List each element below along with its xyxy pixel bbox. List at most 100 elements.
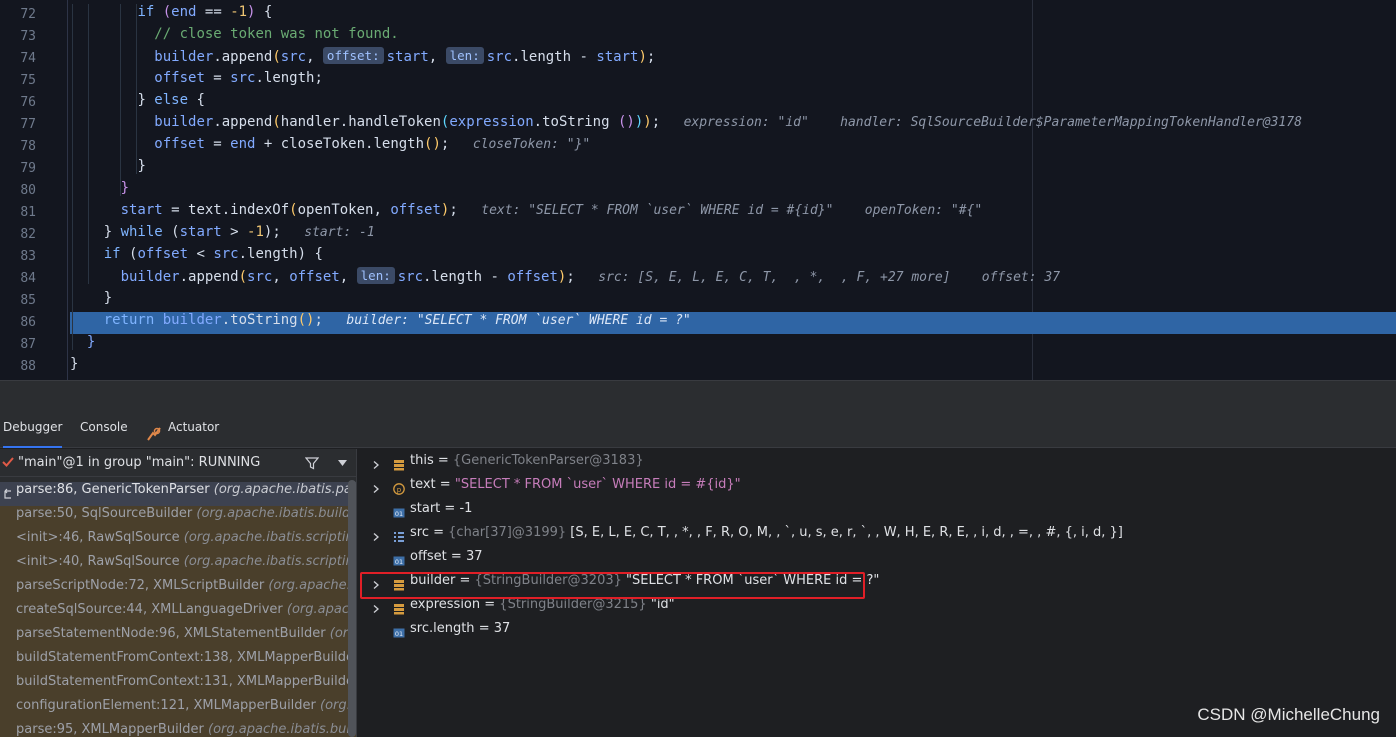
line-number[interactable]: 80 xyxy=(0,180,36,202)
tab-actuator[interactable]: Actuator xyxy=(168,420,219,448)
current-execution-line[interactable]: return builder.toString(); builder: "SEL… xyxy=(70,312,1396,334)
separator: = xyxy=(474,621,494,636)
line-number[interactable]: 72 xyxy=(0,4,36,26)
stack-frame[interactable]: configurationElement:121, XMLMapperBuild… xyxy=(0,698,356,722)
frame-label: parse:86, GenericTokenParser (org.apache… xyxy=(16,482,356,497)
code-line[interactable]: // close token was not found. xyxy=(70,26,1396,48)
variable-name: src.length xyxy=(410,621,475,636)
code-token: } xyxy=(103,290,113,306)
code-token: ; xyxy=(314,312,323,328)
code-line[interactable]: builder.append(src, offset: start, len: sr… xyxy=(70,47,1396,70)
frame-method: <init>:46, RawSqlSource xyxy=(16,530,184,545)
code-token: } xyxy=(70,356,79,372)
stack-frame[interactable]: buildStatementFromContext:131, XMLMapper… xyxy=(0,674,356,698)
code-line[interactable]: builder.append(handler.handleToken(expre… xyxy=(70,114,1396,136)
stack-frame[interactable]: parseScriptNode:72, XMLScriptBuilder (or… xyxy=(0,578,356,602)
chevron-right-icon[interactable] xyxy=(372,533,380,541)
variable-type: {char[37]@3199} xyxy=(448,525,567,540)
variable-row-start[interactable]: 01 start = -1 xyxy=(358,501,1396,525)
stack-frame[interactable]: buildStatementFromContext:138, XMLMapper… xyxy=(0,650,356,674)
check-icon xyxy=(2,457,14,467)
stack-frame[interactable]: <init>:46, RawSqlSource (org.apache.ibat… xyxy=(0,530,356,554)
line-number-gutter[interactable]: 72 73 74 75 76 77 78 79 80 81 82 83 84 85 86 87 88 xyxy=(0,0,68,380)
frame-method: parseScriptNode:72, XMLScriptBuilder xyxy=(16,578,269,593)
line-number[interactable]: 82 xyxy=(0,224,36,246)
code-token: ( xyxy=(272,114,281,130)
variable-name: expression xyxy=(410,597,481,612)
code-line[interactable]: if (end == -1) { xyxy=(70,4,1396,26)
line-number[interactable]: 75 xyxy=(0,70,36,92)
code-token: () xyxy=(424,136,441,152)
code-token: . xyxy=(213,114,222,130)
code-line[interactable]: offset = src.length; xyxy=(70,70,1396,92)
code-line[interactable]: } xyxy=(70,180,1396,202)
code-line[interactable]: offset = end + closeToken.length(); clos… xyxy=(70,136,1396,158)
frames-scrollbar[interactable] xyxy=(348,480,356,737)
stack-frame[interactable]: parse:95, XMLMapperBuilder (org.apache.i… xyxy=(0,722,356,737)
code-token: { xyxy=(188,92,205,108)
code-token: + closeToken.length xyxy=(255,136,425,152)
tab-debugger[interactable]: Debugger xyxy=(3,420,63,448)
stack-frame[interactable]: <init>:40, RawSqlSource (org.apache.ibat… xyxy=(0,554,356,578)
chevron-right-icon[interactable] xyxy=(372,485,380,493)
code-line[interactable]: if (offset < src.length) { xyxy=(70,246,1396,268)
variable-text: offset = 37 xyxy=(410,549,483,564)
variable-row-this[interactable]: this = {GenericTokenParser@3183} xyxy=(358,453,1396,477)
line-number[interactable]: 88 xyxy=(0,356,36,378)
line-number[interactable]: 85 xyxy=(0,290,36,312)
line-number[interactable]: 77 xyxy=(0,114,36,136)
line-number[interactable]: 87 xyxy=(0,334,36,356)
code-token: start xyxy=(179,224,222,240)
stack-frame[interactable]: parseStatementNode:96, XMLStatementBuild… xyxy=(0,626,356,650)
line-number[interactable]: 86 xyxy=(0,312,36,334)
code-token: offset xyxy=(289,269,340,285)
code-token: offset xyxy=(390,202,441,218)
variable-text: start = -1 xyxy=(410,501,472,516)
line-number[interactable]: 79 xyxy=(0,158,36,180)
code-line[interactable]: } while (start > -1); start: -1 xyxy=(70,224,1396,246)
code-line[interactable]: } xyxy=(70,356,1396,378)
code-token: } xyxy=(120,180,130,196)
chevron-down-icon[interactable] xyxy=(338,460,347,466)
code-editor[interactable]: 72 73 74 75 76 77 78 79 80 81 82 83 84 85 86 87 88 if (e… xyxy=(0,0,1396,380)
line-number[interactable]: 81 xyxy=(0,202,36,224)
inline-debug-value: expression: "id" handler: SqlSourceBuild… xyxy=(660,115,1302,130)
code-line[interactable]: } xyxy=(70,290,1396,312)
tab-console[interactable]: Console xyxy=(80,420,128,448)
panel-splitter[interactable] xyxy=(0,380,1396,420)
line-number[interactable]: 78 xyxy=(0,136,36,158)
code-line[interactable]: } else { xyxy=(70,92,1396,114)
thread-selector[interactable]: "main"@1 in group "main": RUNNING xyxy=(0,449,356,477)
line-number[interactable]: 74 xyxy=(0,48,36,70)
frame-method: configurationElement:121, XMLMapperBuild… xyxy=(16,698,321,713)
stack-frame[interactable]: createSqlSource:44, XMLLanguageDriver (o… xyxy=(0,602,356,626)
code-token: == xyxy=(196,4,231,20)
code-token: .toString xyxy=(221,312,298,328)
code-token: > xyxy=(221,224,248,240)
line-number[interactable]: 83 xyxy=(0,246,36,268)
variable-type: {StringBuilder@3215} xyxy=(499,597,647,612)
code-token: builder xyxy=(120,269,180,285)
variable-row-src[interactable]: src = {char[37]@3199} [S, E, L, E, C, T,… xyxy=(358,525,1396,549)
variable-row-expression[interactable]: expression = {StringBuilder@3215} "id" xyxy=(358,597,1396,621)
code-token: = xyxy=(204,136,231,152)
variable-row-offset[interactable]: 01 offset = 37 xyxy=(358,549,1396,573)
line-number[interactable]: 76 xyxy=(0,92,36,114)
chevron-right-icon[interactable] xyxy=(372,461,380,469)
parameter-hint: offset: xyxy=(322,47,384,64)
variable-row-text[interactable]: p text = "SELECT * FROM `user` WHERE id =… xyxy=(358,477,1396,501)
code-token: .length) { xyxy=(238,246,323,262)
line-number[interactable]: 84 xyxy=(0,268,36,290)
filter-icon[interactable] xyxy=(305,456,319,470)
code-line[interactable]: } xyxy=(70,334,1396,356)
indent-guide xyxy=(72,4,73,350)
code-line[interactable]: } xyxy=(70,158,1396,180)
variable-row-src-length[interactable]: 01 src.length = 37 xyxy=(358,621,1396,645)
code-token: ) xyxy=(643,114,652,130)
chevron-right-icon[interactable] xyxy=(372,605,380,613)
stack-frame[interactable]: parse:86, GenericTokenParser (org.apache… xyxy=(0,482,356,506)
stack-frame[interactable]: parse:50, SqlSourceBuilder (org.apache.i… xyxy=(0,506,356,530)
line-number[interactable]: 73 xyxy=(0,26,36,48)
code-line[interactable]: builder.append(src, offset, len: src.leng… xyxy=(70,267,1396,290)
code-line[interactable]: start = text.indexOf(openToken, offset);… xyxy=(70,202,1396,224)
